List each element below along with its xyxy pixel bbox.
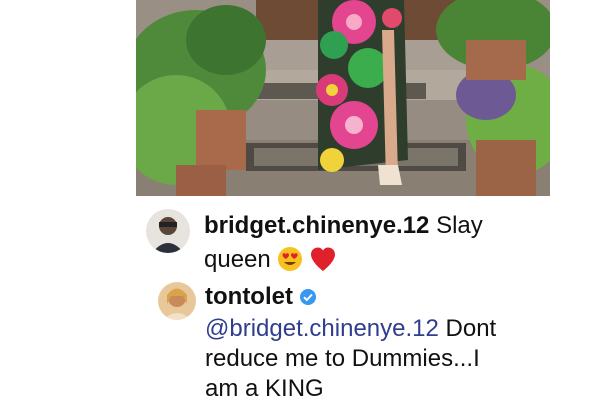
avatar[interactable] xyxy=(146,209,190,253)
comment-username[interactable]: tontolet xyxy=(205,283,293,310)
comment-text: queen xyxy=(204,246,271,273)
comment-text: Slay xyxy=(436,212,483,239)
red-heart-emoji xyxy=(309,246,337,282)
comment-text: Dont xyxy=(445,315,497,342)
verified-badge-icon xyxy=(299,284,317,314)
comment-text: reduce me to Dummies...I xyxy=(205,345,480,372)
avatar[interactable] xyxy=(158,282,196,320)
post-image xyxy=(136,0,550,196)
mention-link[interactable]: @bridget.chinenye.12 xyxy=(205,315,439,342)
comment-username[interactable]: bridget.chinenye.12 xyxy=(204,212,429,239)
heart-eyes-emoji xyxy=(277,246,303,282)
comment-text: am a KING xyxy=(205,375,324,402)
